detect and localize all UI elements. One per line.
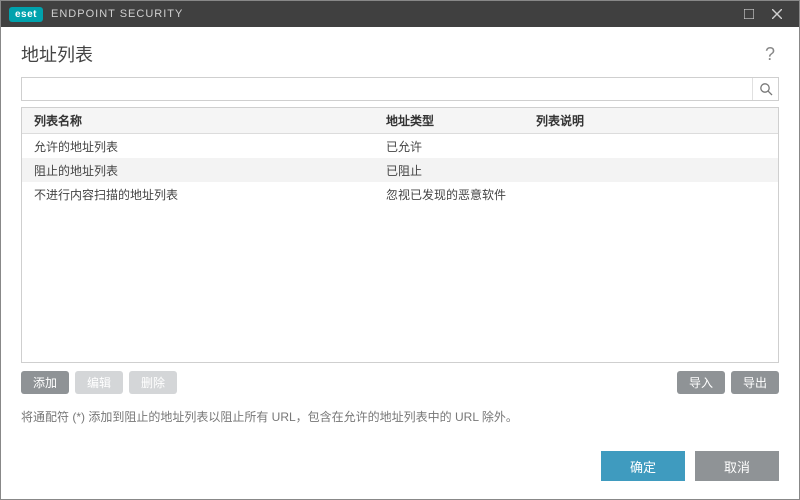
content-area: 列表名称 地址类型 列表说明 允许的地址列表 已允许 阻止的地址列表 已阻止 不… [1, 77, 799, 404]
cancel-button[interactable]: 取消 [695, 451, 779, 481]
address-list-table: 列表名称 地址类型 列表说明 允许的地址列表 已允许 阻止的地址列表 已阻止 不… [21, 107, 779, 363]
minimize-icon [744, 9, 754, 19]
table-header-row: 列表名称 地址类型 列表说明 [22, 108, 778, 134]
search-icon [759, 82, 773, 96]
hint-text: 将通配符 (*) 添加到阻止的地址列表以阻止所有 URL，包含在允许的地址列表中… [1, 404, 799, 425]
export-button[interactable]: 导出 [731, 371, 779, 394]
col-header-name[interactable]: 列表名称 [22, 112, 382, 129]
help-button[interactable]: ? [761, 44, 779, 65]
table-row[interactable]: 不进行内容扫描的地址列表 忽视已发现的恶意软件 [22, 182, 778, 206]
cell-name: 阻止的地址列表 [22, 162, 382, 179]
ok-button[interactable]: 确定 [601, 451, 685, 481]
search-input[interactable] [22, 78, 752, 100]
edit-button[interactable]: 编辑 [75, 371, 123, 394]
col-header-desc[interactable]: 列表说明 [532, 112, 778, 129]
brand-badge: eset [9, 7, 43, 22]
cell-type: 已阻止 [382, 162, 532, 179]
app-window: eset ENDPOINT SECURITY 地址列表 ? 列表名称 地址类型 … [0, 0, 800, 500]
minimize-button[interactable] [735, 1, 763, 27]
cell-type: 已允许 [382, 138, 532, 155]
product-name: ENDPOINT SECURITY [51, 8, 183, 20]
close-button[interactable] [763, 1, 791, 27]
titlebar: eset ENDPOINT SECURITY [1, 1, 799, 27]
page-title: 地址列表 [21, 41, 93, 67]
close-icon [772, 9, 782, 19]
add-button[interactable]: 添加 [21, 371, 69, 394]
table-row[interactable]: 允许的地址列表 已允许 [22, 134, 778, 158]
import-button[interactable]: 导入 [677, 371, 725, 394]
dialog-footer: 确定 取消 [1, 425, 799, 499]
search-row [21, 77, 779, 101]
cell-name: 不进行内容扫描的地址列表 [22, 186, 382, 203]
search-button[interactable] [752, 78, 778, 100]
table-body: 允许的地址列表 已允许 阻止的地址列表 已阻止 不进行内容扫描的地址列表 忽视已… [22, 134, 778, 362]
page-header: 地址列表 ? [1, 27, 799, 77]
table-row[interactable]: 阻止的地址列表 已阻止 [22, 158, 778, 182]
action-row: 添加 编辑 删除 导入 导出 [21, 363, 779, 404]
col-header-type[interactable]: 地址类型 [382, 112, 532, 129]
delete-button[interactable]: 删除 [129, 371, 177, 394]
cell-type: 忽视已发现的恶意软件 [382, 186, 532, 203]
cell-name: 允许的地址列表 [22, 138, 382, 155]
